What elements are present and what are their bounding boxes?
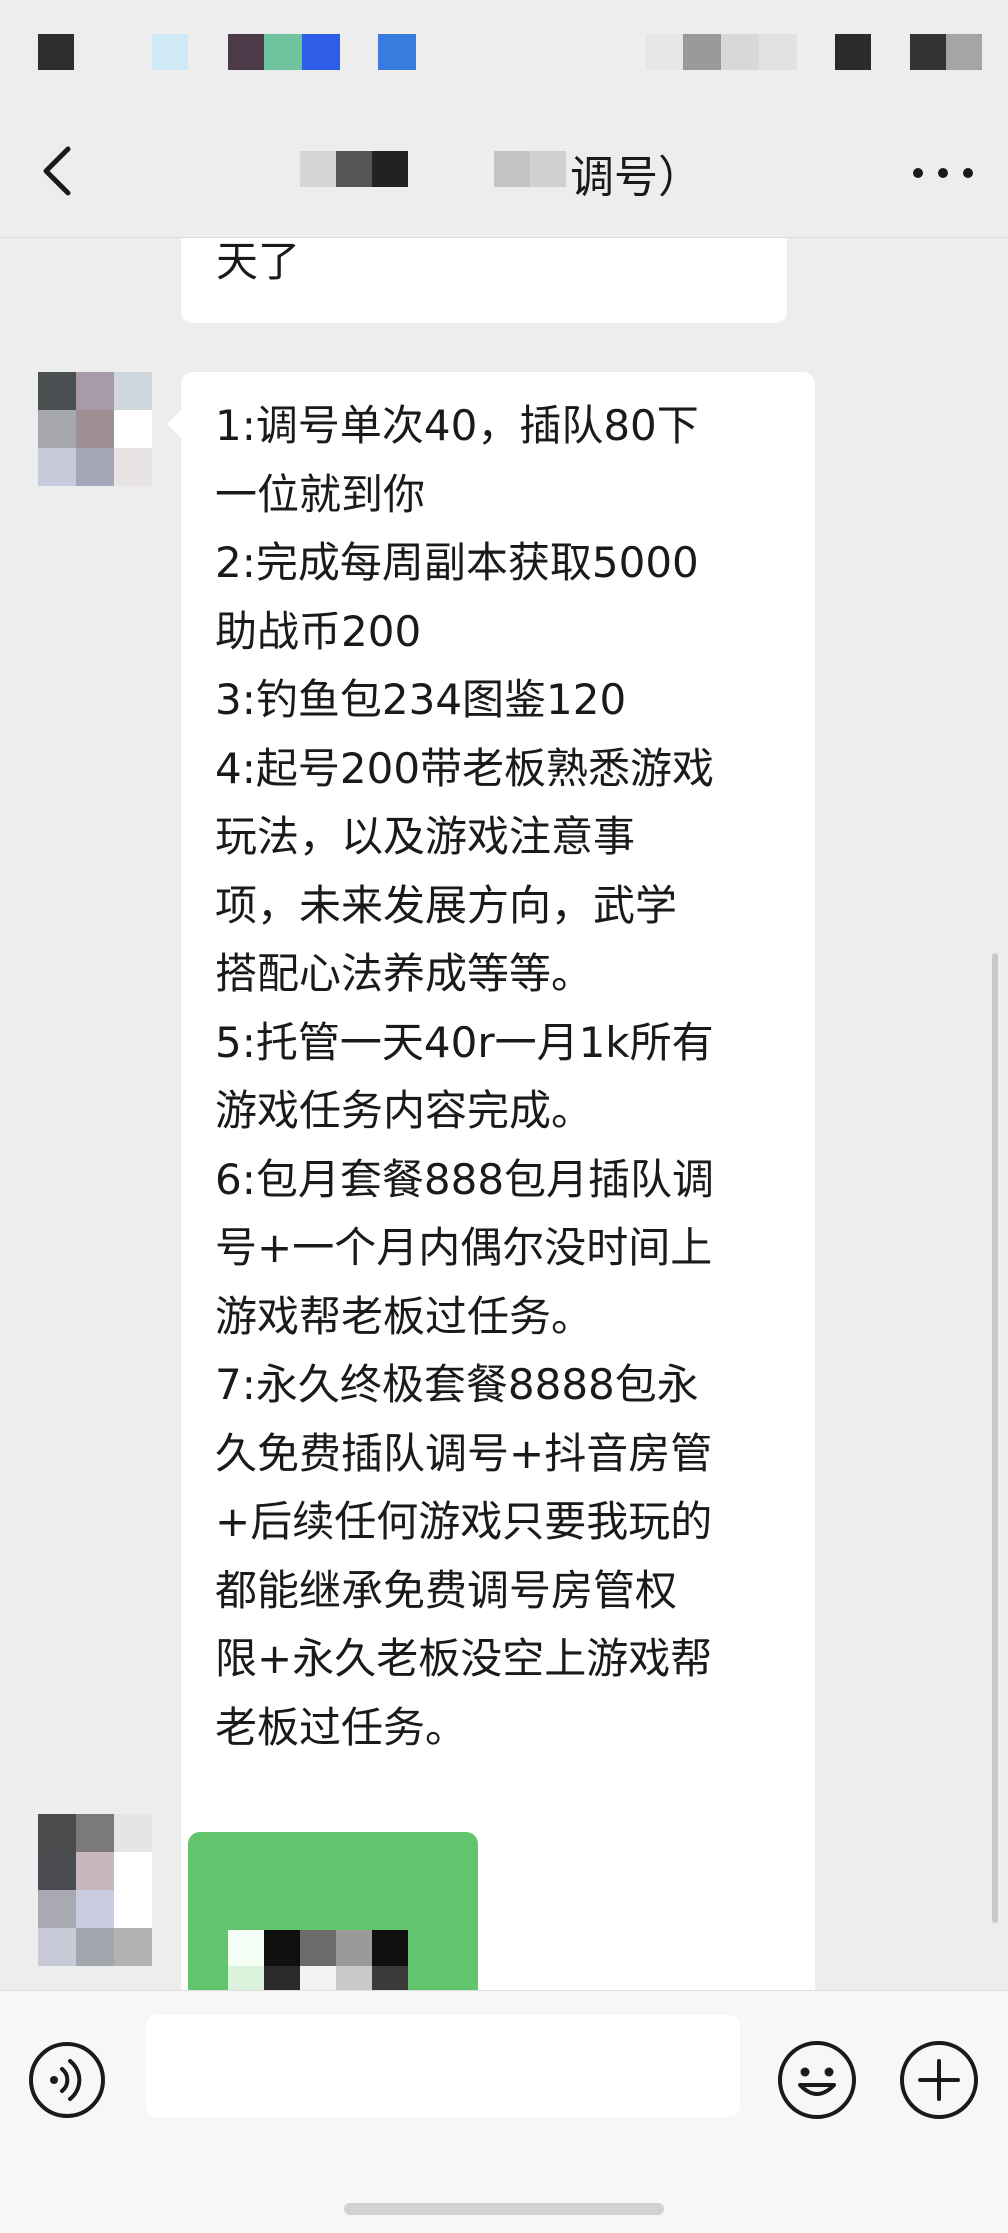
chat-area[interactable]: 天了 1:调号单次40，插队80下 一位就到你 2:完成每周副本获取5000 助… [0, 238, 1008, 1990]
status-pixel [835, 34, 871, 70]
message-line: 老板过任务。 [215, 1702, 468, 1752]
emoji-button[interactable] [776, 2039, 858, 2121]
status-pixel [759, 34, 797, 70]
message-line: 4:起号200带老板熟悉游戏 [215, 743, 715, 793]
status-pixel [910, 34, 946, 70]
status-pixel [152, 34, 188, 70]
shared-card[interactable] [188, 1832, 478, 1990]
status-pixel [645, 34, 683, 70]
message-bubble[interactable]: 天了 [181, 238, 787, 323]
plus-button[interactable] [898, 2039, 980, 2121]
title-redacted [372, 151, 408, 187]
chevron-left-icon [43, 146, 71, 196]
message-line: 助战币200 [215, 606, 422, 656]
message-line: 游戏任务内容完成。 [215, 1086, 594, 1135]
plus-icon [900, 2041, 978, 2119]
message-line: 1:调号单次40，插队80下 [215, 401, 699, 450]
status-pixel [38, 34, 74, 70]
status-pixel [683, 34, 721, 70]
message-line: 一位就到你 [215, 469, 426, 519]
more-dots-icon [913, 168, 973, 178]
message-line: 2:完成每周副本获取5000 [215, 538, 699, 587]
emoji-icon [778, 2041, 856, 2119]
message-line: 3:钓鱼包234图鉴120 [215, 675, 627, 724]
voice-button[interactable] [28, 2041, 106, 2119]
status-pixel [302, 34, 340, 70]
message-line: 游戏帮老板过任务。 [215, 1291, 594, 1341]
message-line: 搭配心法养成等等。 [215, 949, 594, 998]
chat-title-text: 调号） [570, 152, 702, 203]
status-bar [0, 0, 1008, 105]
nav-bar: 调号） [0, 105, 1008, 238]
title-redacted [530, 151, 566, 187]
message-text: 天了 [216, 238, 301, 286]
message-line: 都能继承免费调号房管权 [215, 1565, 678, 1615]
message-input[interactable] [146, 2015, 740, 2117]
title-redacted [336, 151, 372, 187]
status-pixel [946, 34, 982, 70]
message-line: 6:包月套餐888包月插队调 [215, 1154, 715, 1204]
avatar-partial [38, 1928, 152, 1990]
message-line: +后续任何游戏只要我玩的 [215, 1497, 713, 1546]
status-pixel [228, 34, 264, 70]
message-line: 玩法，以及游戏注意事 [215, 812, 636, 861]
status-pixel [378, 34, 416, 70]
title-redacted [300, 151, 336, 187]
message-line: 7:永久终极套餐8888包永 [215, 1360, 699, 1409]
message-line: 5:托管一天40r一月1k所有 [215, 1017, 714, 1067]
message-line: 限+永久老板没空上游戏帮 [215, 1634, 713, 1683]
voice-icon [29, 2042, 105, 2118]
title-redacted [494, 151, 530, 187]
avatar[interactable] [38, 1814, 152, 1928]
scrollbar[interactable] [992, 953, 998, 1923]
status-pixel [721, 34, 759, 70]
input-bar [0, 1990, 1008, 2233]
back-button[interactable] [30, 141, 90, 201]
avatar[interactable] [38, 372, 152, 486]
home-indicator[interactable] [344, 2203, 664, 2215]
status-pixel [264, 34, 302, 70]
message-line: 久免费插队调号+抖音房管 [215, 1428, 713, 1478]
message-line: 项，未来发展方向，武学 [215, 880, 678, 930]
chat-title: 调号） [300, 139, 720, 203]
card-redacted [228, 1930, 408, 1990]
more-button[interactable] [908, 153, 978, 193]
message-bubble[interactable]: 1:调号单次40，插队80下 一位就到你 2:完成每周副本获取5000 助战币2… [167, 372, 815, 1990]
message-line: 号+一个月内偶尔没时间上 [215, 1223, 713, 1272]
